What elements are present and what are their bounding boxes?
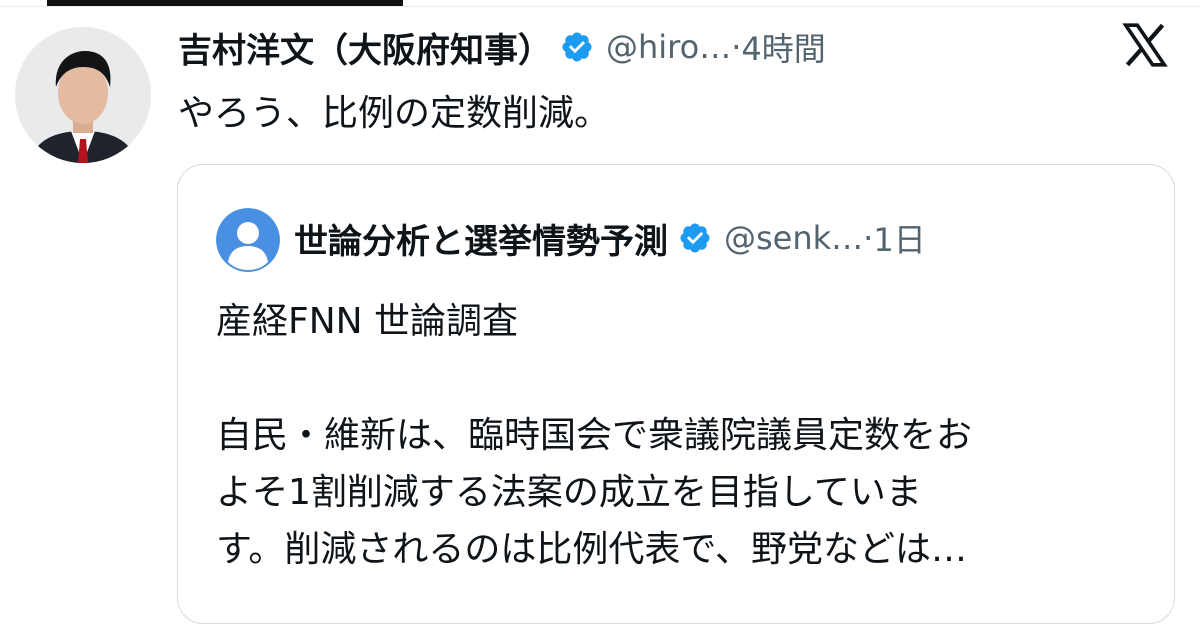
quoted-text-line: 産経FNN 世論調査 — [216, 301, 519, 342]
quoted-post-time[interactable]: 1日 — [873, 215, 925, 261]
post-header: 吉村洋文（大阪府知事） @hiro… · 4時間 — [178, 22, 826, 72]
quoted-author-name[interactable]: 世論分析と選挙情勢予測 — [294, 214, 668, 263]
separator-dot: · — [863, 219, 874, 257]
default-avatar-icon[interactable] — [216, 208, 280, 272]
top-divider — [0, 6, 1200, 7]
quoted-text-line: す。削減されるのは比例代表で、野党などは… — [216, 529, 967, 570]
x-logo-icon[interactable] — [1118, 18, 1172, 72]
quoted-text-line — [216, 350, 972, 407]
quoted-post-card[interactable]: 世論分析と選挙情勢予測 @senk… · 1日 産経FNN 世論調査 自民・維新… — [177, 164, 1175, 624]
quoted-text-line: 自民・維新は、臨時国会で衆議院議員定数をお — [216, 415, 973, 456]
author-handle[interactable]: @hiro… — [606, 28, 731, 66]
verified-badge-icon — [560, 30, 594, 64]
quoted-author-handle[interactable]: @senk… — [724, 219, 863, 257]
post-time[interactable]: 4時間 — [741, 24, 825, 70]
post-text: やろう、比例の定数削減。 — [178, 93, 611, 134]
verified-badge-icon — [678, 221, 712, 255]
quoted-post-text: 産経FNN 世論調査 自民・維新は、臨時国会で衆議院議員定数をお よそ1割削減す… — [216, 293, 972, 578]
quoted-text-line: よそ1割削減する法案の成立を目指していま — [216, 472, 922, 513]
author-avatar[interactable] — [15, 27, 151, 163]
separator-dot: · — [731, 28, 742, 66]
quoted-post-header: 世論分析と選挙情勢予測 @senk… · 1日 — [294, 213, 926, 263]
author-name[interactable]: 吉村洋文（大阪府知事） — [178, 23, 552, 72]
